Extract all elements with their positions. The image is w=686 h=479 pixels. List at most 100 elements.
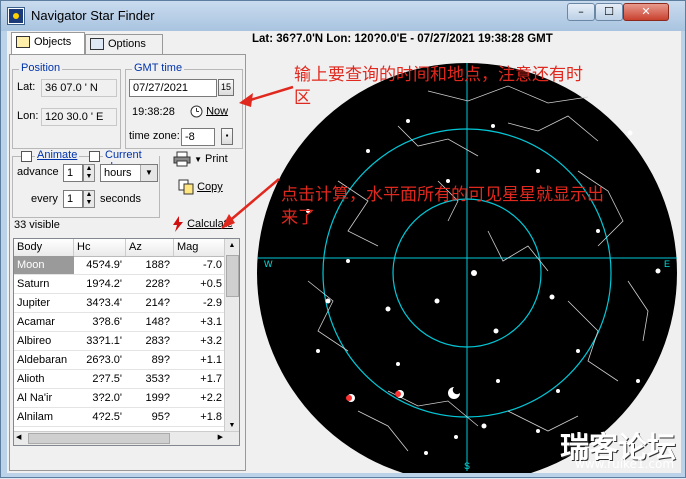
- window-title: Navigator Star Finder: [31, 8, 155, 23]
- now-label: Now: [206, 105, 229, 118]
- table-row[interactable]: Al Na'ir 3?2.0' 199? +2.2: [14, 389, 226, 408]
- title-bar[interactable]: Navigator Star Finder – ☐ ✕: [1, 1, 685, 31]
- app-window: Navigator Star Finder – ☐ ✕ Objects Opti…: [0, 0, 686, 478]
- table-row[interactable]: Alioth 2?7.5' 353? +1.7: [14, 370, 226, 389]
- annotation-middle: 点击计算，水平面所有的可见星星就显示出 来了: [281, 184, 604, 230]
- column-header-hc[interactable]: Hc: [74, 239, 126, 256]
- copy-icon: [178, 179, 194, 195]
- body-cell: Alioth: [17, 373, 45, 385]
- hc-cell: 26?3.0': [86, 354, 122, 366]
- az-cell: 283?: [145, 335, 170, 347]
- body-cell: Albireo: [17, 335, 52, 347]
- advance-label: advance: [17, 166, 59, 178]
- mag-cell: +1.8: [200, 411, 222, 423]
- hc-cell: 34?3.4': [86, 297, 122, 309]
- table-row[interactable]: Jupiter 34?3.4' 214? -2.9: [14, 294, 226, 313]
- lon-label: Lon:: [17, 110, 39, 122]
- animate-label: Animate: [35, 149, 80, 161]
- position-group: Position Lat: 36 07.0 ' N Lon: 120 30.0 …: [12, 62, 121, 149]
- column-header-az[interactable]: Az: [126, 239, 174, 256]
- hc-cell: 3?2.0': [92, 392, 122, 404]
- compass-east-label: E: [664, 259, 670, 269]
- vertical-scrollbar[interactable]: ▲ ▼: [224, 239, 239, 433]
- column-header-body[interactable]: Body: [14, 239, 74, 256]
- advance-unit-value: hours: [104, 167, 132, 179]
- objects-table: Body Hc Az Mag Moon 45?4.9' 188? -7.0 Saturn…: [13, 238, 240, 446]
- scroll-left-icon[interactable]: ◀: [16, 432, 21, 444]
- advance-spinner[interactable]: ▲ ▼: [83, 164, 95, 182]
- maximize-button[interactable]: ☐: [595, 3, 623, 21]
- calendar-button[interactable]: 15: [218, 79, 234, 96]
- tab-options-label: Options: [108, 38, 146, 50]
- left-panel: Objects Options Position Lat: 36 07.0 ' …: [7, 31, 248, 473]
- animate-checkbox[interactable]: [21, 151, 32, 162]
- options-tab-icon: [90, 38, 104, 51]
- vertical-scroll-thumb[interactable]: [226, 255, 239, 297]
- printer-icon: [173, 151, 191, 167]
- now-button[interactable]: Now: [190, 105, 240, 118]
- annotation-mid-line2: 来了: [281, 208, 315, 228]
- annotation-mid-line1: 点击计算，水平面所有的可见星星就显示出: [281, 185, 604, 205]
- clock-icon: [190, 105, 203, 118]
- tab-objects[interactable]: Objects: [11, 32, 85, 55]
- body-cell: Saturn: [17, 278, 50, 290]
- tab-objects-label: Objects: [34, 36, 72, 48]
- copy-button[interactable]: Copy: [178, 179, 238, 195]
- body-cell: Jupiter: [17, 297, 51, 309]
- body-cell: Moon: [14, 256, 74, 274]
- timezone-picker-button[interactable]: ▪: [221, 128, 233, 145]
- current-sky-checkbox[interactable]: [89, 151, 100, 162]
- scroll-right-icon[interactable]: ▶: [218, 432, 223, 444]
- advance-unit-select[interactable]: hours ▼: [100, 164, 158, 182]
- mag-cell: +0.5: [200, 278, 222, 290]
- tab-options[interactable]: Options: [85, 34, 163, 54]
- every-spinner[interactable]: ▲ ▼: [83, 190, 95, 208]
- lon-field[interactable]: 120 30.0 ' E: [41, 108, 117, 126]
- table-header: Body Hc Az Mag: [14, 239, 226, 257]
- table-row[interactable]: Moon 45?4.9' 188? -7.0: [14, 256, 226, 275]
- table-row[interactable]: Albireo 33?1.1' 283? +3.2: [14, 332, 226, 351]
- time-field[interactable]: 19:38:28: [129, 104, 185, 122]
- mag-cell: +1.1: [200, 354, 222, 366]
- table-row[interactable]: Alnilam 4?2.5' 95? +1.8: [14, 408, 226, 427]
- horizontal-scrollbar[interactable]: ◀ ▶: [14, 431, 239, 445]
- every-field[interactable]: 1: [63, 190, 83, 208]
- chevron-down-icon: ▼: [140, 165, 157, 181]
- az-cell: 228?: [145, 278, 170, 290]
- az-cell: 148?: [145, 316, 170, 328]
- horizontal-scroll-thumb[interactable]: [28, 433, 170, 444]
- objects-tab-icon: [16, 36, 30, 49]
- advance-field[interactable]: 1: [63, 164, 83, 182]
- print-button[interactable]: ▼ Print: [173, 151, 235, 167]
- print-label: Print: [205, 152, 228, 165]
- mag-cell: +3.1: [200, 316, 222, 328]
- star-finder-app-icon: [7, 7, 25, 25]
- annotation-top: 输上要查询的时间和地点，注意还有时 区: [294, 64, 583, 110]
- close-button[interactable]: ✕: [623, 3, 669, 21]
- hc-cell: 33?1.1': [86, 335, 122, 347]
- table-row[interactable]: Acamar 3?8.6' 148? +3.1: [14, 313, 226, 332]
- calculate-label: Calculate: [187, 217, 233, 230]
- az-cell: 95?: [151, 411, 170, 423]
- az-cell: 353?: [145, 373, 170, 385]
- lat-field[interactable]: 36 07.0 ' N: [41, 79, 117, 97]
- minimize-button[interactable]: –: [567, 3, 595, 21]
- az-cell: 199?: [145, 392, 170, 404]
- table-row[interactable]: Saturn 19?4.2' 228? +0.5: [14, 275, 226, 294]
- watermark-url: www.ruike1.com: [575, 457, 675, 471]
- gmt-time-group: GMT time 07/27/2021 15 19:38:28 Now time…: [125, 62, 243, 149]
- table-row[interactable]: Aldebaran 26?3.0' 89? +1.1: [14, 351, 226, 370]
- date-field[interactable]: 07/27/2021: [129, 79, 217, 97]
- annotation-top-line2: 区: [294, 88, 311, 108]
- hc-cell: 4?2.5': [92, 411, 122, 423]
- position-group-label: Position: [19, 62, 63, 74]
- scroll-up-icon[interactable]: ▲: [226, 240, 238, 252]
- timezone-field[interactable]: -8: [181, 128, 215, 146]
- gmt-group-label: GMT time: [132, 62, 185, 74]
- annotation-top-line1: 输上要查询的时间和地点，注意还有时: [294, 65, 583, 85]
- column-header-mag[interactable]: Mag: [174, 239, 226, 256]
- az-cell: 89?: [151, 354, 170, 366]
- calculate-button[interactable]: Calculate: [172, 216, 242, 232]
- calculate-icon: [173, 216, 183, 232]
- az-cell: 214?: [145, 297, 170, 309]
